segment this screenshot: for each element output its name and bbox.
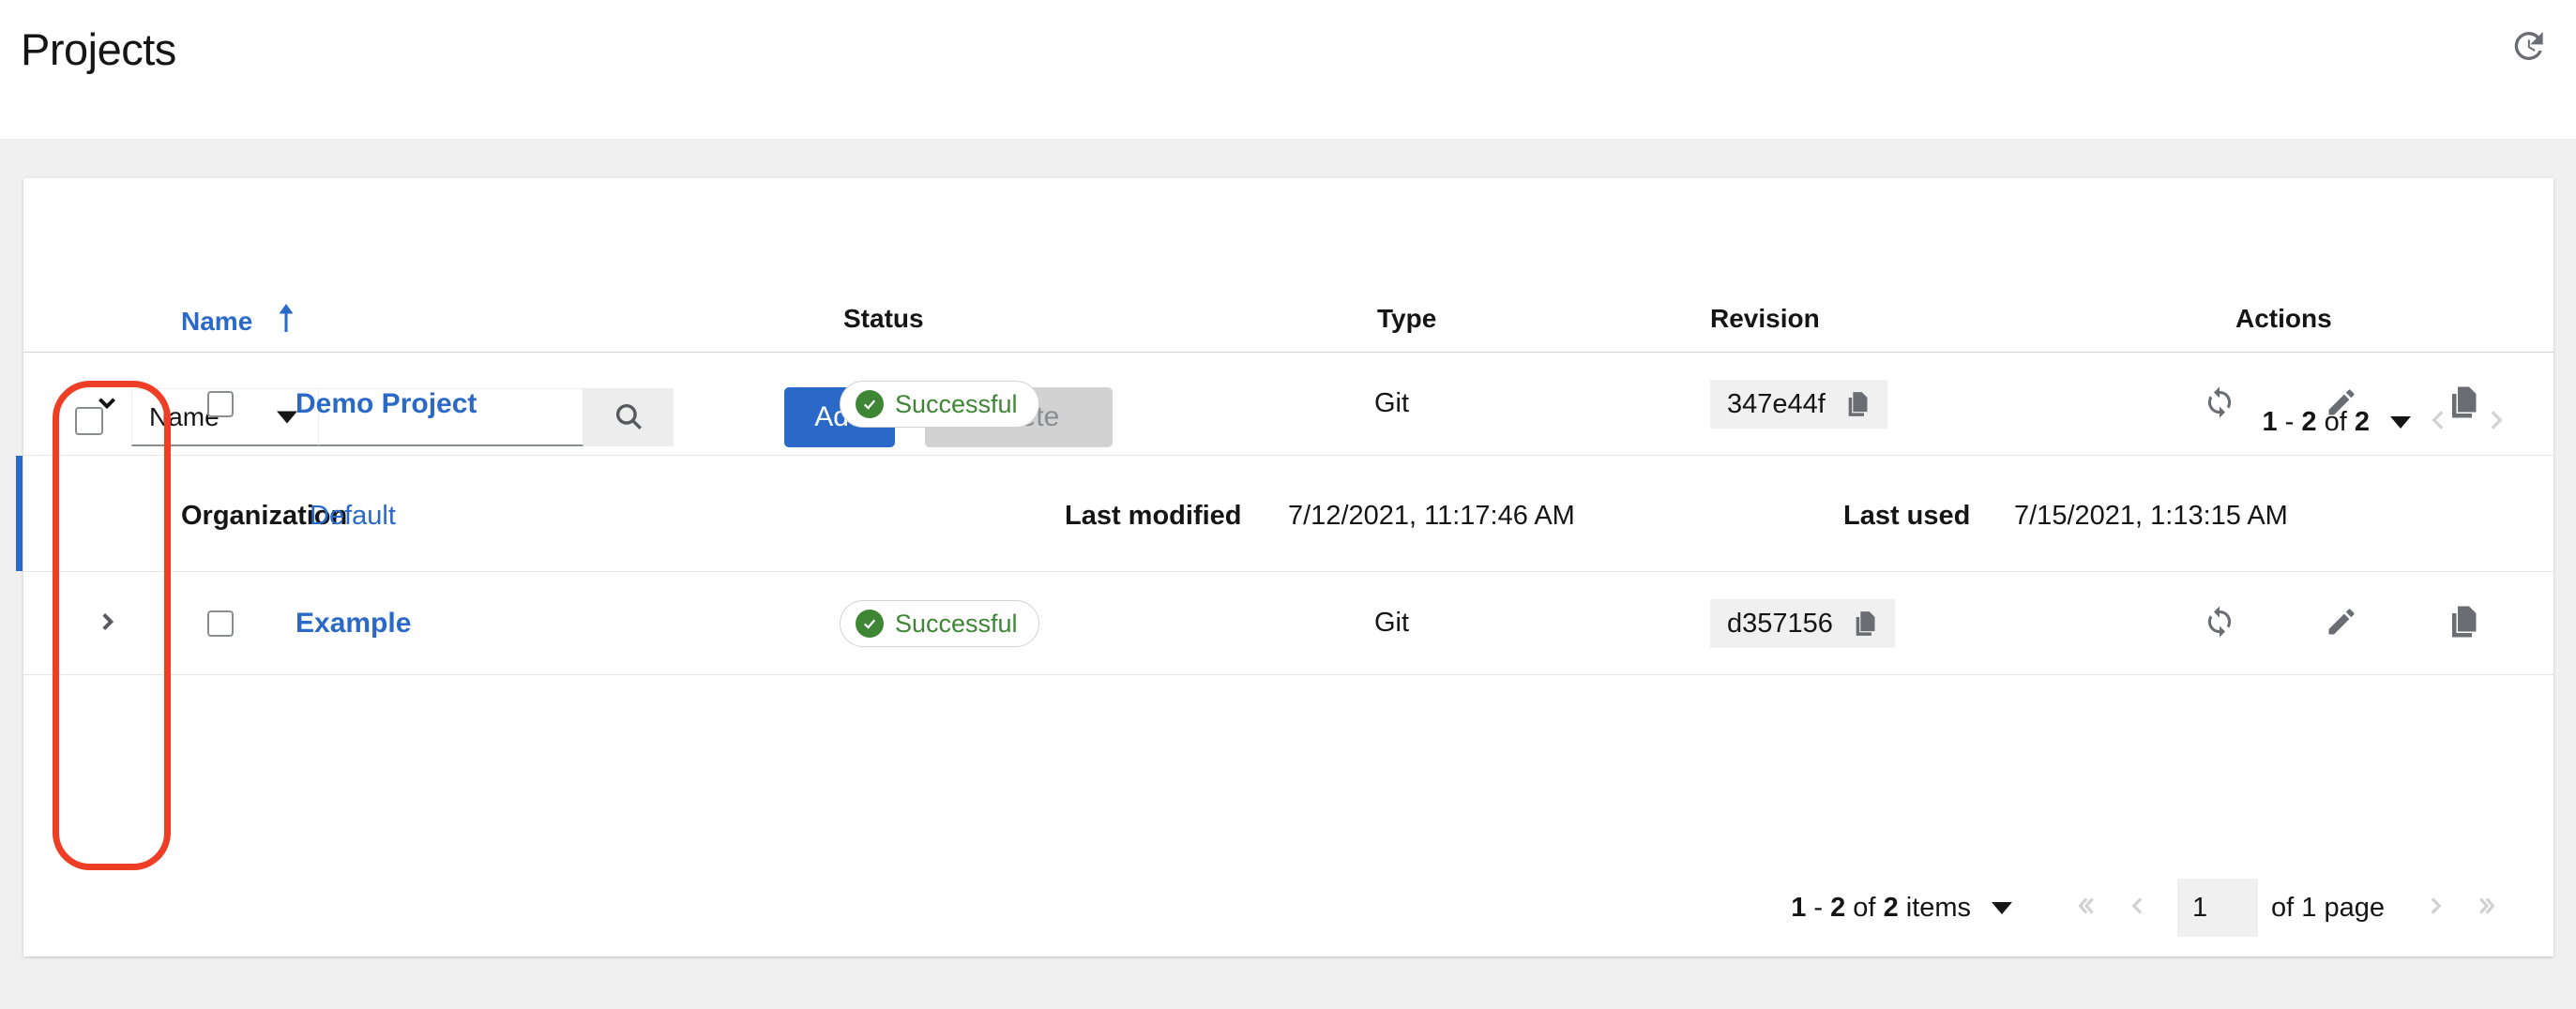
chevron-left-icon	[2126, 891, 2150, 926]
history-icon-button[interactable]	[2499, 19, 2555, 75]
bottom-pagination-label: 1 - 2 of 2 items	[1791, 893, 1971, 924]
bottom-of: of	[1845, 893, 1883, 923]
column-header-actions: Actions	[2235, 304, 2332, 334]
column-header-name[interactable]: Name	[181, 304, 295, 339]
chevron-right-icon	[2423, 891, 2447, 926]
detail-last-used-label: Last used	[1843, 501, 1970, 532]
detail-last-modified-value: 7/12/2021, 11:17:46 AM	[1288, 501, 1575, 532]
column-header-name-label: Name	[181, 307, 252, 337]
bottom-pagination-chevron-down-icon[interactable]	[1992, 902, 2012, 914]
sync-project-button[interactable]	[2199, 384, 2240, 425]
detail-accent-bar	[16, 456, 23, 571]
bottom-range-end: 2	[1830, 893, 1845, 923]
sync-project-button[interactable]	[2199, 603, 2240, 644]
prev-page-button[interactable]	[2112, 881, 2164, 934]
revision-value: d357156	[1727, 609, 1833, 640]
projects-card: Name Add Delete 1 - 2 of 2	[23, 178, 2553, 956]
page-title: Projects	[21, 23, 176, 75]
edit-project-button[interactable]	[2321, 603, 2362, 644]
row-expand-toggle[interactable]	[82, 379, 132, 429]
status-badge-label: Successful	[895, 610, 1018, 639]
total-pages-label: of 1 page	[2271, 893, 2385, 924]
status-badge: Successful	[840, 381, 1039, 428]
project-name-link[interactable]: Example	[295, 608, 411, 640]
column-header-status[interactable]: Status	[843, 304, 924, 334]
page-number-input[interactable]	[2177, 879, 2258, 937]
sync-icon	[2203, 385, 2236, 424]
detail-organization-link[interactable]: Default	[310, 501, 396, 532]
revision-chip: 347e44f	[1710, 380, 1887, 429]
last-page-button[interactable]	[2462, 881, 2514, 934]
copy-icon	[2447, 385, 2480, 424]
row-actions	[2199, 603, 2484, 644]
detail-last-modified-label: Last modified	[1065, 501, 1242, 532]
row-actions	[2199, 384, 2484, 425]
pencil-icon	[2325, 605, 2358, 643]
copy-icon[interactable]	[1844, 390, 1871, 418]
copy-icon	[2447, 605, 2480, 643]
history-icon	[2508, 27, 2546, 68]
table-toolbar	[23, 178, 2553, 279]
project-type: Git	[1374, 608, 1409, 639]
bottom-range-start: 1	[1791, 893, 1806, 923]
chevron-right-icon	[95, 610, 119, 639]
project-name-link[interactable]: Demo Project	[295, 388, 477, 420]
bottom-total: 2	[1884, 893, 1899, 923]
chevron-down-icon	[95, 390, 119, 419]
row-expand-toggle[interactable]	[82, 598, 132, 649]
bottom-pagination: 1 - 2 of 2 items of 1 page	[23, 859, 2553, 956]
double-chevron-right-icon	[2476, 891, 2500, 926]
table-header-row: Name Status Type Revision Actions	[23, 279, 2553, 353]
table-row: Demo Project Successful Git 347e44f	[23, 353, 2553, 456]
bottom-items-word: items	[1899, 893, 1971, 923]
row-select-checkbox[interactable]	[207, 391, 234, 417]
bottom-dash: -	[1806, 893, 1830, 923]
page-header: Projects	[0, 0, 2576, 139]
edit-project-button[interactable]	[2321, 384, 2362, 425]
app-root: Projects Name	[0, 0, 2576, 1009]
row-detail-panel: Organization Default Last modified 7/12/…	[23, 456, 2553, 572]
column-header-type[interactable]: Type	[1377, 304, 1436, 334]
project-type: Git	[1374, 388, 1409, 419]
pencil-icon	[2325, 385, 2358, 424]
table-row: Example Successful Git d357156	[23, 572, 2553, 675]
first-page-button[interactable]	[2059, 881, 2112, 934]
status-badge-label: Successful	[895, 390, 1018, 419]
check-circle-icon	[856, 610, 884, 638]
copy-project-button[interactable]	[2443, 603, 2484, 644]
detail-last-used-value: 7/15/2021, 1:13:15 AM	[2014, 501, 2288, 532]
next-page-button[interactable]	[2409, 881, 2462, 934]
double-chevron-left-icon	[2073, 891, 2098, 926]
revision-value: 347e44f	[1727, 389, 1826, 420]
status-badge: Successful	[840, 600, 1039, 647]
sync-icon	[2203, 605, 2236, 643]
copy-project-button[interactable]	[2443, 384, 2484, 425]
row-select-checkbox[interactable]	[207, 610, 234, 637]
copy-icon[interactable]	[1852, 610, 1878, 638]
arrow-up-icon	[277, 304, 295, 339]
check-circle-icon	[856, 390, 884, 418]
revision-chip: d357156	[1710, 599, 1895, 648]
column-header-revision[interactable]: Revision	[1710, 304, 1820, 334]
